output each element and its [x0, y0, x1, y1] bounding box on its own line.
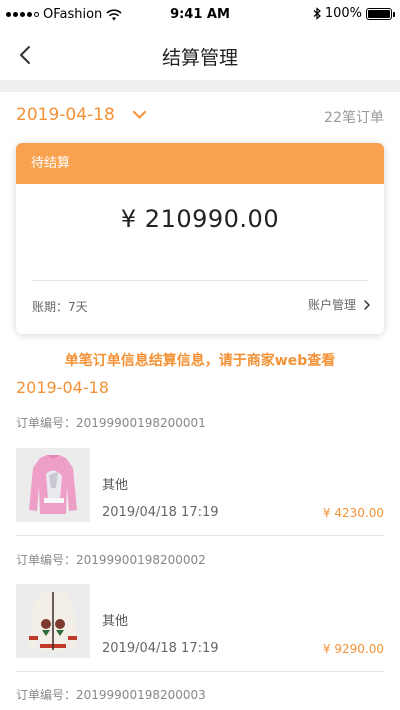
- order-price: ¥ 9290.00: [322, 642, 384, 656]
- order-time: 2019/04/18 17:19: [102, 505, 219, 520]
- account-management-label: 账户管理: [307, 298, 356, 312]
- date-filter-row: 2019-04-18 22笔订单: [0, 92, 400, 142]
- chevron-right-icon: [364, 299, 370, 310]
- order-item[interactable]: 其他 2019/04/18 17:19 ¥ 4230.00: [16, 448, 384, 524]
- page-title: 结算管理: [161, 47, 238, 69]
- battery-icon: [366, 7, 395, 20]
- product-image: [16, 584, 90, 658]
- product-image: [16, 448, 90, 522]
- order-count: 22笔订单: [324, 110, 384, 126]
- card-divider: [32, 280, 368, 281]
- account-management-link[interactable]: 账户管理: [308, 296, 370, 313]
- chevron-down-icon: [132, 111, 146, 119]
- order-price: ¥ 4230.00: [322, 506, 384, 520]
- list-divider: [16, 671, 384, 672]
- billing-period: 账期：7天: [32, 300, 88, 314]
- notice-text: 单笔订单信息结算信息，请于商家web查看: [64, 353, 336, 369]
- order-time: 2019/04/18 17:19: [102, 641, 219, 656]
- list-divider: [16, 535, 384, 536]
- order-number: 订单编号：20199900198200002: [16, 553, 206, 567]
- order-item[interactable]: 其他 2019/04/18 17:19 ¥ 9290.00: [16, 584, 384, 660]
- order-number: 订单编号：20199900198200001: [16, 416, 206, 430]
- cardigan-image: [16, 584, 90, 658]
- status-bar-right: 100%: [313, 6, 395, 21]
- settlement-status: 待结算: [16, 143, 384, 184]
- selected-date: 2019-04-18: [16, 105, 115, 125]
- bluetooth-icon: [313, 7, 321, 20]
- order-number: 订单编号：20199900198200003: [16, 688, 206, 702]
- section-separator: [0, 80, 400, 92]
- status-bar: OFashion 9:41 AM 100%: [0, 0, 400, 30]
- nav-bar: 结算管理: [0, 30, 400, 80]
- date-picker[interactable]: 2019-04-18: [16, 105, 146, 125]
- pink-sweater-image: [16, 448, 90, 522]
- section-date: 2019-04-18: [16, 378, 109, 397]
- battery-percent: 100%: [324, 6, 362, 21]
- settlement-card: 待结算 ¥ 210990.00 账期：7天 账户管理: [16, 143, 384, 334]
- product-category: 其他: [102, 614, 129, 629]
- settlement-amount: ¥ 210990.00: [120, 205, 280, 233]
- product-category: 其他: [102, 478, 129, 493]
